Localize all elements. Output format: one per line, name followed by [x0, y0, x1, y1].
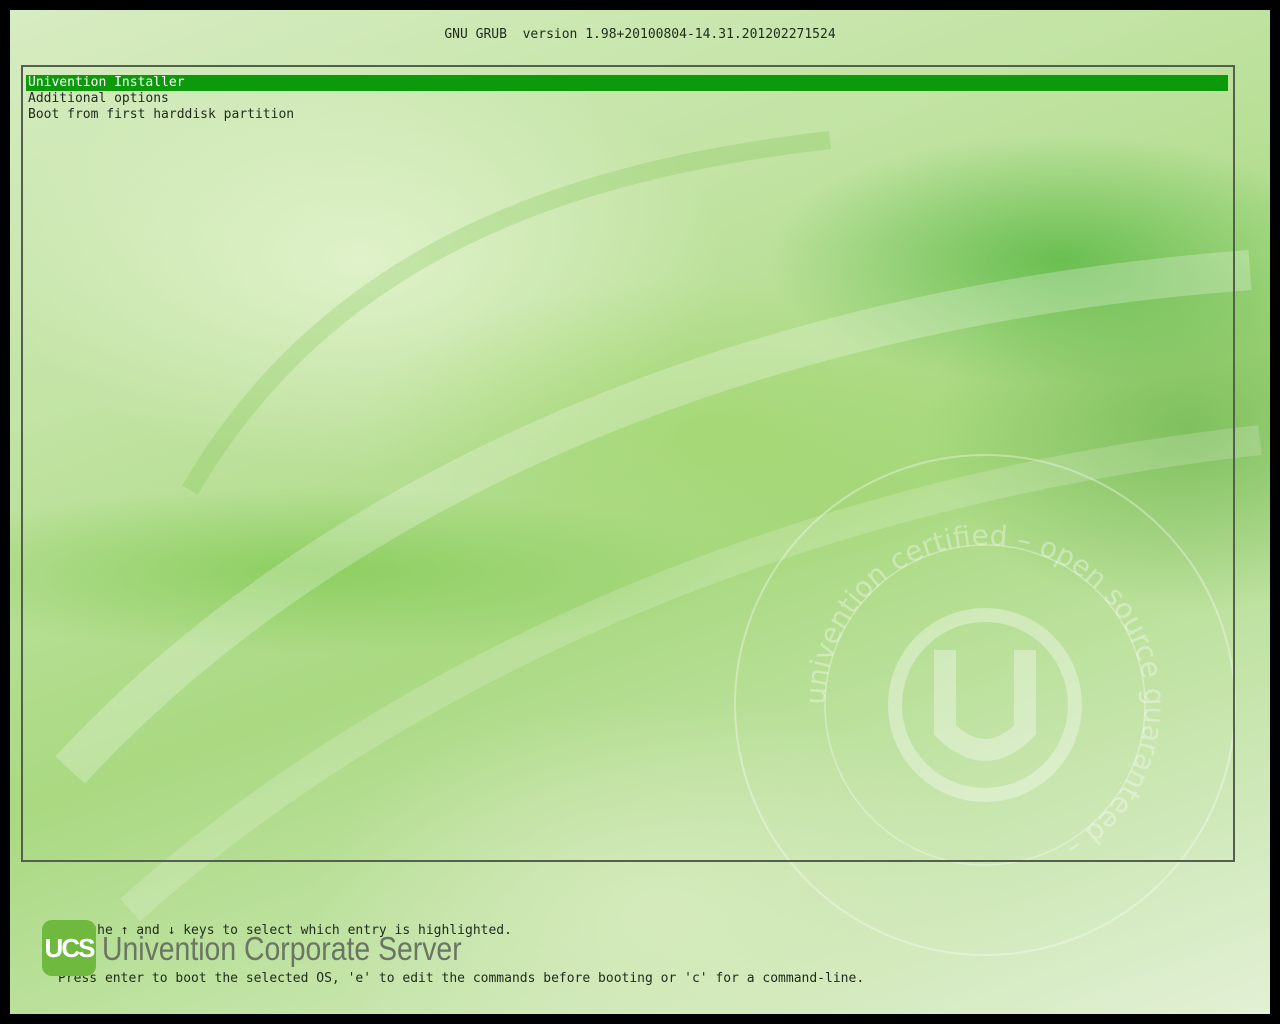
product-name: Univention Corporate Server [102, 930, 462, 967]
grub-screen: univention certified – open source guara… [10, 10, 1270, 1014]
ucs-badge-icon: UCS [42, 920, 96, 976]
menu-entry-additional-options[interactable]: Additional options [26, 91, 1228, 107]
ucs-logo: UCS Univention Corporate Server [42, 918, 462, 978]
boot-menu-list: Univention Installer Additional options … [26, 75, 1228, 123]
boot-menu-box: Univention Installer Additional options … [21, 65, 1235, 862]
grub-version-title: GNU GRUB version 1.98+20100804-14.31.201… [444, 27, 836, 42]
menu-entry-univention-installer[interactable]: Univention Installer [26, 75, 1228, 91]
menu-entry-boot-harddisk[interactable]: Boot from first harddisk partition [26, 107, 1228, 123]
